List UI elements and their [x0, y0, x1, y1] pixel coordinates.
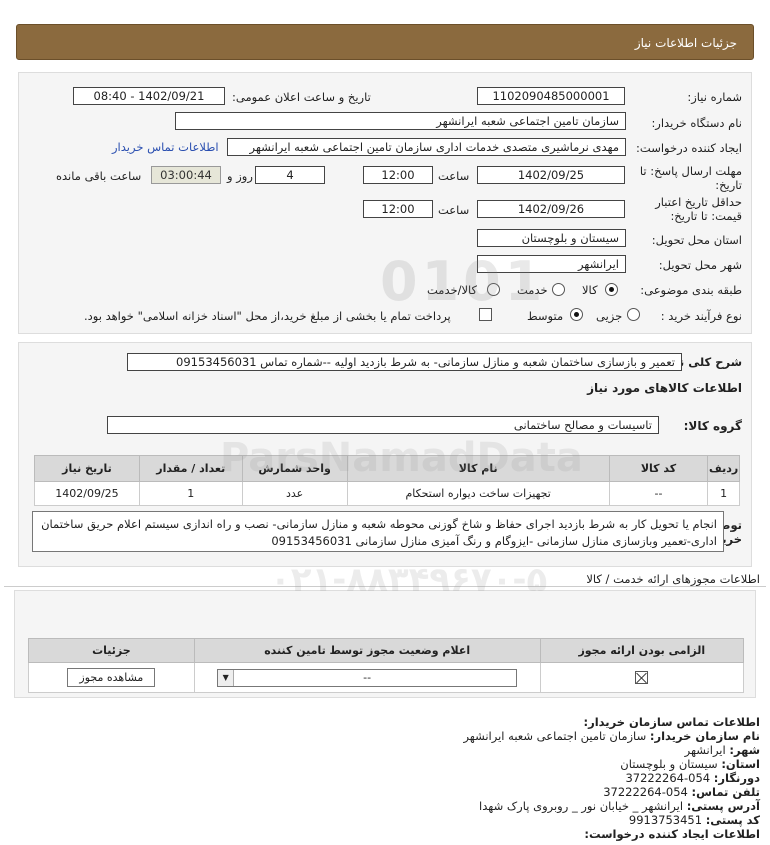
creator-field: مهدی نرماشیری متصدی خدمات اداری سازمان ت… — [227, 138, 626, 156]
page-header: جزئیات اطلاعات نیاز — [16, 24, 754, 60]
col-unit-header: واحد شمارش — [241, 455, 348, 482]
province-field: سیستان و بلوچستان — [477, 229, 626, 247]
buyer-org-label: نام دستگاه خریدار: — [651, 116, 742, 130]
buyer-notes-field: انجام یا تحویل کار به شرط بازدید اجرای ح… — [32, 511, 724, 552]
process-radio-minor[interactable] — [627, 308, 640, 321]
cell-unit: عدد — [241, 481, 348, 506]
remaining-label: ساعت باقی مانده — [56, 169, 142, 183]
category-radio-service[interactable] — [552, 283, 565, 296]
contact-address-label: آدرس پستی: — [686, 799, 760, 813]
category-option-service: خدمت — [517, 283, 548, 297]
cell-qty: 1 — [138, 481, 243, 506]
permits-title: اطلاعات مجوزهای ارائه خدمت / کالا — [586, 572, 760, 586]
buyer-contact-info: اطلاعات تماس سازمان خریدار: نام سازمان خ… — [20, 715, 760, 841]
validity-date-field: 1402/09/26 — [477, 200, 625, 218]
goods-info-title: اطلاعات کالاهای مورد نیاز — [587, 381, 742, 395]
province-label: استان محل تحویل: — [651, 233, 742, 247]
col-code-header: کد کالا — [608, 455, 709, 482]
perm-required-header: الزامی بودن ارائه مجوز — [539, 638, 745, 663]
cell-code: -- — [608, 481, 709, 506]
table-row: 1 -- تجهیزات ساخت دیواره استحکام عدد 1 1… — [34, 481, 740, 506]
contact-city: ایرانشهر — [684, 743, 726, 757]
table-row: ▼ -- مشاهده مجوز — [28, 662, 745, 693]
permit-status-value: -- — [363, 670, 372, 684]
creator-info-label: اطلاعات ایجاد کننده درخواست: — [584, 827, 760, 841]
contact-fax-label: دورنگار: — [713, 771, 760, 785]
permit-required-checkbox[interactable] — [635, 671, 649, 685]
contact-phone-label: تلفن تماس: — [691, 785, 760, 799]
process-option-minor: جزیی — [596, 309, 623, 323]
announce-field: 1402/09/21 - 08:40 — [73, 87, 225, 105]
contact-address: ایرانشهر _ خیابان نور _ روبروی پارک شهدا — [479, 799, 684, 813]
divider — [4, 586, 766, 587]
category-option-goods: کالا — [582, 283, 598, 297]
deadline-time-label: ساعت — [438, 169, 470, 183]
contact-province-label: استان: — [721, 757, 760, 771]
city-field: ایرانشهر — [477, 255, 626, 273]
contact-postal-label: کد پستی: — [705, 813, 760, 827]
days-field: 4 — [255, 166, 325, 184]
goods-table: ردیف کد کالا نام کالا واحد شمارش تعداد /… — [34, 455, 740, 506]
buyer-contact-link[interactable]: اطلاعات تماس خریدار — [112, 140, 219, 154]
page-title: جزئیات اطلاعات نیاز — [634, 36, 737, 50]
need-number-label: شماره نیاز: — [687, 90, 742, 104]
deadline-label-date: تاریخ: — [715, 178, 742, 192]
process-radio-medium[interactable] — [570, 308, 583, 321]
creator-label: ایجاد کننده درخواست: — [636, 141, 742, 155]
need-number-field: 1102090485000001 — [477, 87, 625, 105]
perm-details-header: جزئیات — [28, 638, 195, 663]
treasury-payment-checkbox[interactable] — [479, 308, 492, 321]
validity-time-field: 12:00 — [363, 200, 433, 218]
col-qty-header: تعداد / مقدار — [138, 455, 243, 482]
validity-label-date: قیمت: تا تاریخ: — [670, 209, 742, 223]
validity-label: حداقل تاریخ اعتبار — [655, 195, 742, 209]
permits-table: الزامی بودن ارائه مجوز اعلام وضعیت مجوز … — [28, 638, 745, 693]
announce-label: تاریخ و ساعت اعلان عمومی: — [232, 90, 371, 104]
permit-status-select[interactable]: ▼ -- — [217, 668, 518, 687]
city-label: شهر محل تحویل: — [658, 258, 742, 272]
deadline-date-field: 1402/09/25 — [477, 166, 625, 184]
contact-phone: 054-37222264 — [603, 785, 688, 799]
contact-city-label: شهر: — [729, 743, 760, 757]
process-label: نوع فرآیند خرید : — [660, 309, 742, 323]
cell-row: 1 — [707, 481, 740, 506]
contact-org: سازمان تامین اجتماعی شعبه ایرانشهر — [463, 729, 647, 743]
treasury-payment-note: پرداخت تمام یا بخشی از مبلغ خرید،از محل … — [84, 309, 451, 323]
contact-postal: 9913753451 — [628, 813, 703, 827]
deadline-label: مهلت ارسال پاسخ: تا — [639, 164, 742, 178]
goods-group-label: گروه کالا: — [683, 419, 742, 433]
summary-field: تعمیر و بازسازی ساختمان شعبه و منازل ساز… — [127, 353, 682, 371]
perm-status-header: اعلام وضعیت مجوز توسط تامین کننده — [193, 638, 541, 663]
process-option-medium: متوسط — [527, 309, 564, 323]
category-label: طبقه بندی موضوعی: — [640, 283, 742, 297]
remaining-time-field: 03:00:44 — [151, 166, 221, 184]
col-row-header: ردیف — [707, 455, 740, 482]
view-permit-button[interactable]: مشاهده مجوز — [67, 668, 156, 687]
col-date-header: تاریخ نیاز — [34, 455, 140, 482]
category-radio-both[interactable] — [487, 283, 500, 296]
cell-date: 1402/09/25 — [34, 481, 140, 506]
chevron-down-icon: ▼ — [218, 669, 235, 686]
cell-name: تجهیزات ساخت دیواره استحکام — [346, 481, 610, 506]
category-option-both: کالا/خدمت — [427, 283, 478, 297]
deadline-time-field: 12:00 — [363, 166, 433, 184]
category-radio-goods[interactable] — [605, 283, 618, 296]
validity-time-label: ساعت — [438, 203, 470, 217]
col-name-header: نام کالا — [346, 455, 610, 482]
goods-group-field: تاسیسات و مصالح ساختمانی — [107, 416, 659, 434]
buyer-org-field: سازمان تامین اجتماعی شعبه ایرانشهر — [175, 112, 626, 130]
contact-org-label: نام سازمان خریدار: — [649, 729, 760, 743]
contact-title: اطلاعات تماس سازمان خریدار: — [583, 715, 760, 729]
contact-fax: 054-37222264 — [625, 771, 711, 785]
days-label: روز و — [227, 169, 253, 183]
contact-province: سیستان و بلوچستان — [620, 757, 718, 771]
